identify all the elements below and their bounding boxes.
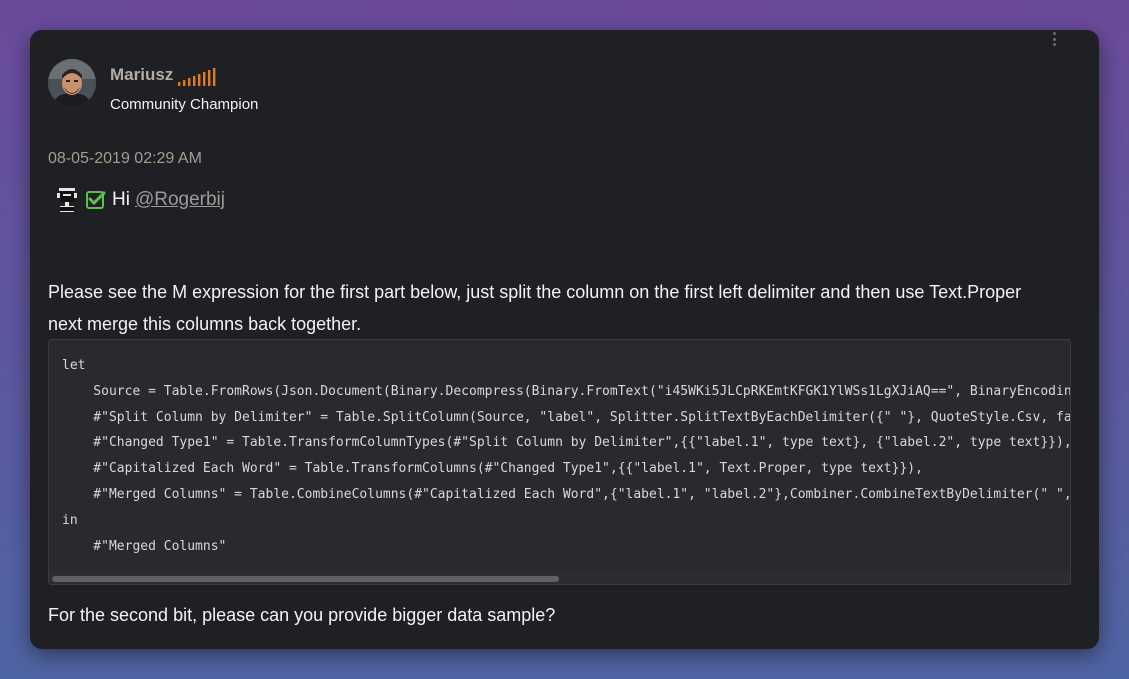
code-line: #"Split Column by Delimiter" = Table.Spl…: [93, 409, 1070, 425]
author-name[interactable]: Mariusz: [110, 65, 173, 85]
code-block[interactable]: let Source = Table.FromRows(Json.Documen…: [48, 339, 1071, 585]
horizontal-scrollbar[interactable]: [49, 573, 1070, 584]
trophy-icon: [57, 188, 77, 212]
post-paragraph: Please see the M expression for the firs…: [48, 282, 1022, 334]
code-line: in: [62, 512, 78, 528]
greeting-row: Hi @Rogerbij: [56, 185, 225, 215]
accepted-solution-icon: [86, 191, 106, 209]
post-card: Mariusz Community Champion 08-05-2019 02…: [30, 30, 1099, 649]
scrollbar-thumb[interactable]: [52, 576, 559, 582]
code-lines: let Source = Table.FromRows(Json.Documen…: [62, 353, 1070, 559]
code-line: #"Merged Columns": [62, 538, 227, 554]
code-line: #"Merged Columns" = Table.CombineColumns…: [93, 486, 1070, 502]
post-paragraph-followup: For the second bit, please can you provi…: [48, 605, 556, 625]
post-date: 08-05-2019 02:29 AM: [48, 150, 202, 167]
user-mention-link[interactable]: @Rogerbij: [135, 189, 225, 211]
rank-bars-icon: [178, 68, 216, 86]
code-line: #"Changed Type1" = Table.TransformColumn…: [62, 435, 1070, 451]
code-line: let: [62, 358, 86, 373]
author-role: Community Champion: [110, 96, 259, 113]
greeting-text: Hi: [112, 189, 130, 210]
code-line: Source = Table.FromRows(Json.Document(Bi…: [93, 383, 1070, 399]
code-line: #"Capitalized Each Word" = Table.Transfo…: [62, 461, 923, 477]
avatar[interactable]: [48, 59, 96, 107]
more-options-icon[interactable]: [1048, 32, 1060, 46]
